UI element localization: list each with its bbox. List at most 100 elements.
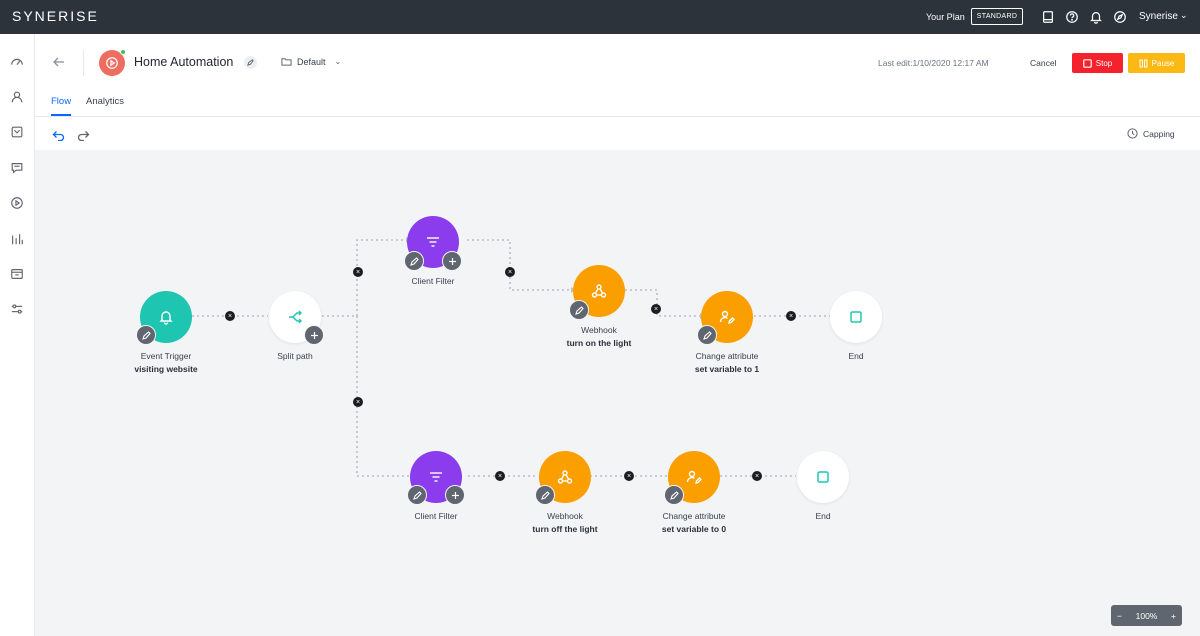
- stop-square-icon: [817, 471, 829, 483]
- webhook-icon: [591, 284, 607, 298]
- edit-icon[interactable]: [697, 325, 717, 345]
- catalog-icon[interactable]: [9, 124, 25, 140]
- page-title: Home Automation: [134, 55, 234, 69]
- pause-icon: [1139, 59, 1148, 67]
- back-arrow-icon[interactable]: [52, 55, 66, 69]
- cancel-button[interactable]: Cancel: [1030, 58, 1056, 68]
- edit-title-icon[interactable]: [244, 56, 257, 69]
- node-subtitle: visiting website: [134, 364, 198, 374]
- split-icon: [289, 310, 302, 324]
- node-title: Client Filter: [414, 511, 458, 521]
- top-bar: SYNERISE Your Plan STANDARD Synerise ⌄: [0, 0, 1200, 34]
- stop-icon: [1082, 58, 1092, 68]
- node-title: Change attribute: [662, 511, 726, 521]
- edit-icon[interactable]: [136, 325, 156, 345]
- capping-button[interactable]: Capping: [1127, 128, 1175, 139]
- node-label: Change attribute set variable to 0: [624, 510, 764, 536]
- remove-connection-icon[interactable]: ×: [786, 311, 796, 321]
- zoom-in-button[interactable]: +: [1171, 611, 1176, 621]
- flow-connections: [192, 237, 830, 479]
- status-indicator: [120, 49, 126, 55]
- stop-square-icon: [850, 311, 862, 323]
- edit-icon[interactable]: [404, 251, 424, 271]
- synerise-logo[interactable]: SYNERISE: [12, 8, 99, 24]
- node-title: Client Filter: [411, 276, 455, 286]
- end-node[interactable]: [797, 451, 849, 503]
- bell-icon: [159, 311, 173, 325]
- node-label: Client Filter: [366, 510, 506, 523]
- webhook-icon: [557, 470, 573, 484]
- remove-connection-icon[interactable]: ×: [495, 471, 505, 481]
- help-icon[interactable]: [1064, 9, 1080, 25]
- node-subtitle: set variable to 1: [694, 364, 760, 374]
- chat-icon[interactable]: [9, 160, 25, 176]
- node-subtitle: turn off the light: [532, 524, 598, 534]
- node-label: Webhook turn off the light: [495, 510, 635, 536]
- user-menu[interactable]: Synerise: [1139, 11, 1178, 22]
- remove-connection-icon[interactable]: ×: [225, 311, 235, 321]
- remove-connection-icon[interactable]: ×: [651, 304, 661, 314]
- active-tab-indicator: [51, 114, 71, 116]
- node-label: Change attribute set variable to 1: [657, 350, 797, 376]
- stop-button[interactable]: Stop: [1072, 53, 1123, 73]
- end-node[interactable]: [830, 291, 882, 343]
- node-label: End: [753, 510, 893, 523]
- clock-icon: [1127, 128, 1138, 139]
- remove-connection-icon[interactable]: ×: [752, 471, 762, 481]
- user-edit-icon: [719, 310, 735, 324]
- pause-button[interactable]: Pause: [1128, 53, 1185, 73]
- node-label: Event Trigger visiting website: [96, 350, 236, 376]
- compass-icon[interactable]: [1112, 9, 1128, 25]
- remove-connection-icon[interactable]: ×: [353, 267, 363, 277]
- folder-name: Default: [297, 56, 326, 67]
- add-icon[interactable]: [442, 251, 462, 271]
- filter-icon: [430, 472, 442, 482]
- flow-canvas[interactable]: Event Trigger visiting website Split pat…: [35, 150, 1200, 636]
- filter-icon: [427, 237, 439, 247]
- edit-icon[interactable]: [664, 485, 684, 505]
- capping-label: Capping: [1143, 128, 1175, 139]
- redo-icon[interactable]: [77, 128, 90, 142]
- profiles-icon[interactable]: [9, 89, 25, 105]
- analytics-icon[interactable]: [9, 231, 25, 247]
- user-edit-icon: [686, 470, 702, 484]
- node-title: Split path: [277, 351, 313, 361]
- add-icon[interactable]: [304, 325, 324, 345]
- dashboard-icon[interactable]: [9, 54, 25, 70]
- edit-icon[interactable]: [569, 300, 589, 320]
- remove-connection-icon[interactable]: ×: [505, 267, 515, 277]
- tab-analytics[interactable]: Analytics: [86, 96, 124, 107]
- node-subtitle: turn on the light: [566, 338, 632, 348]
- header-divider: [83, 50, 84, 76]
- undo-icon[interactable]: [52, 128, 65, 142]
- node-label: Webhook turn on the light: [529, 324, 669, 350]
- node-title: Webhook: [581, 325, 617, 335]
- edit-icon[interactable]: [407, 485, 427, 505]
- node-title: Webhook: [547, 511, 583, 521]
- node-title: End: [815, 511, 831, 521]
- settings-icon[interactable]: [9, 301, 25, 317]
- bell-icon[interactable]: [1088, 9, 1104, 25]
- page-header: Home Automation Default ⌄ Last edit:1/10…: [35, 34, 1200, 117]
- node-title: Change attribute: [695, 351, 759, 361]
- node-label: Client Filter: [363, 275, 503, 288]
- folder-icon: [281, 58, 292, 66]
- docs-icon[interactable]: [1040, 9, 1056, 25]
- stop-label: Stop: [1095, 58, 1113, 68]
- add-icon[interactable]: [445, 485, 465, 505]
- tab-flow[interactable]: Flow: [51, 96, 71, 107]
- node-label: Split path: [225, 350, 365, 363]
- remove-connection-icon[interactable]: ×: [624, 471, 634, 481]
- plan-label: Your Plan: [926, 12, 965, 22]
- edit-icon[interactable]: [535, 485, 555, 505]
- inbox-icon[interactable]: [9, 266, 25, 282]
- plan-badge[interactable]: STANDARD: [971, 8, 1023, 25]
- node-title: End: [848, 351, 864, 361]
- automation-icon[interactable]: [9, 195, 25, 211]
- remove-connection-icon[interactable]: ×: [353, 397, 363, 407]
- left-sidebar: [0, 34, 35, 636]
- zoom-out-button[interactable]: −: [1117, 611, 1122, 621]
- node-label: End: [786, 350, 926, 363]
- chevron-down-icon[interactable]: ⌄: [1180, 10, 1188, 21]
- folder-select[interactable]: Default ⌄: [281, 56, 341, 67]
